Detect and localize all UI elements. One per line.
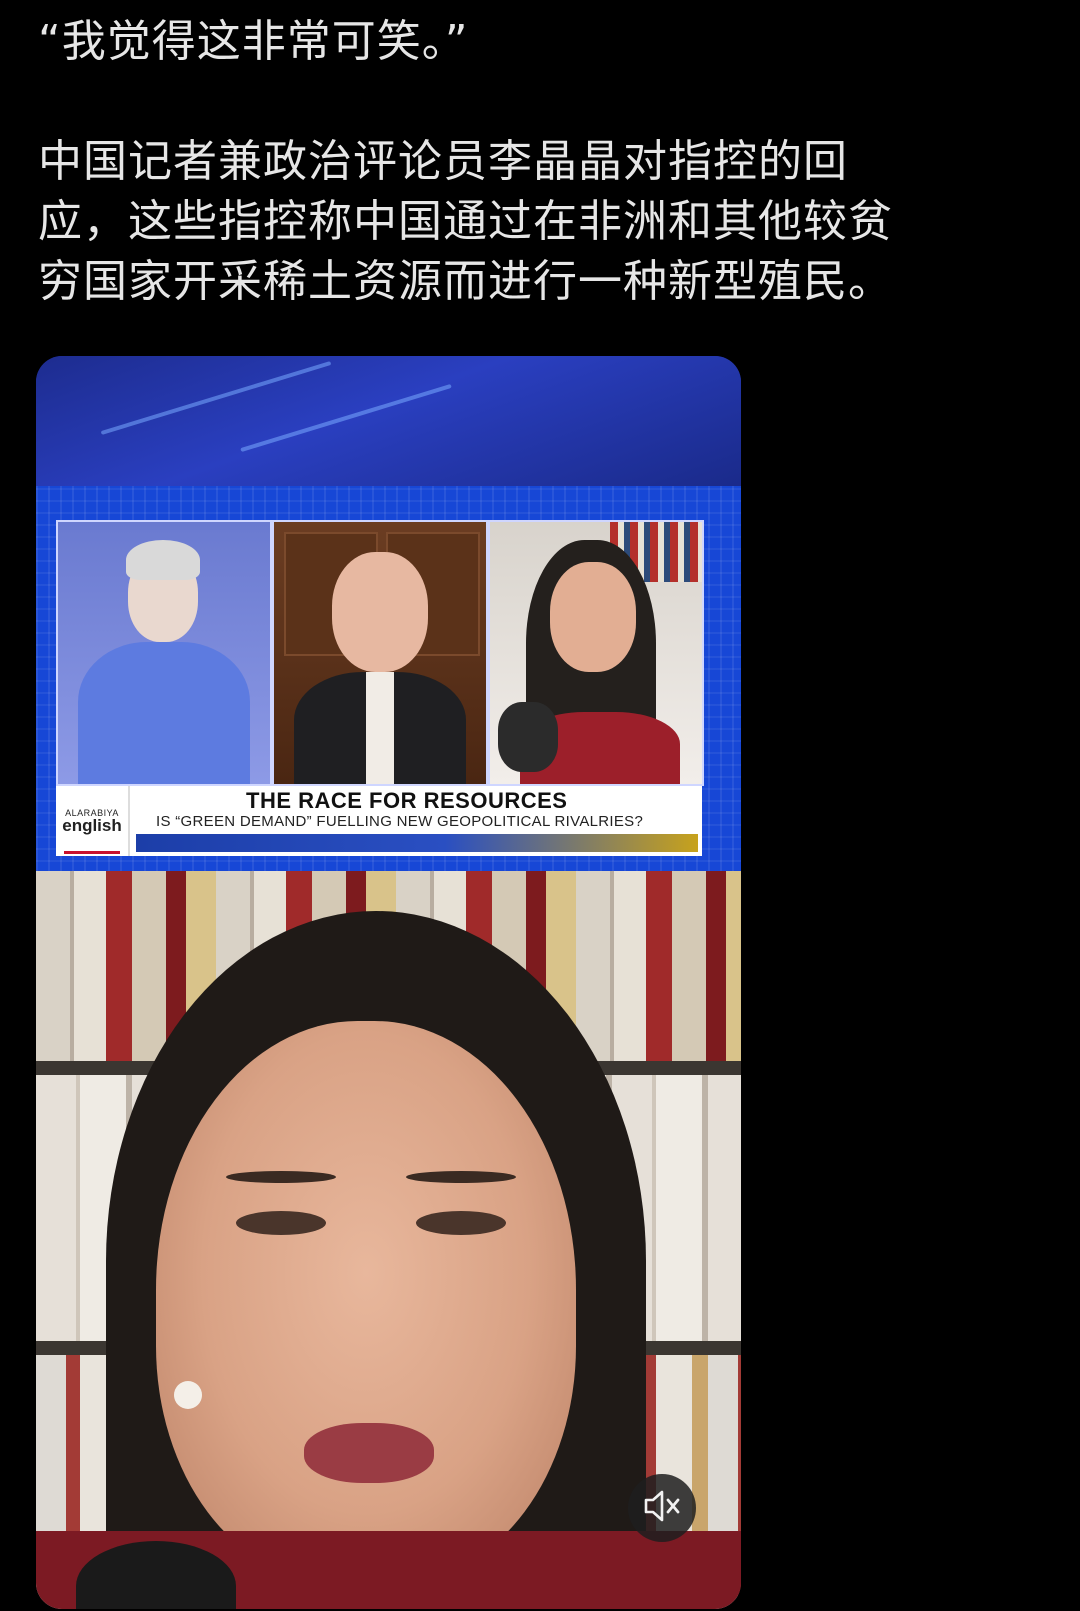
channel-logo: ALARABIYA english <box>56 786 130 856</box>
headline-title: THE RACE FOR RESOURCES <box>246 788 568 813</box>
broadcast-frame: ALARABIYA english THE RACE FOR RESOURCES… <box>36 356 741 886</box>
guest-panel-right <box>488 520 704 786</box>
post-quote: “我觉得这非常可笑。” <box>38 16 469 67</box>
media-video[interactable]: ALARABIYA english THE RACE FOR RESOURCES… <box>36 356 741 1609</box>
headline-subtitle: IS “GREEN DEMAND” FUELLING NEW GEOPOLITI… <box>156 813 644 830</box>
mute-toggle-button[interactable] <box>628 1474 696 1542</box>
lower-third: ALARABIYA english THE RACE FOR RESOURCES… <box>56 786 702 856</box>
lower-third-headline: THE RACE FOR RESOURCES IS “GREEN DEMAND”… <box>136 786 696 830</box>
post-body-line: 应，这些指控称中国通过在非洲和其他较贫 <box>38 196 893 247</box>
speaker-face <box>156 1021 576 1581</box>
guest-panel-left <box>272 520 488 786</box>
broadcast-background <box>36 356 741 486</box>
post-text: “我觉得这非常可笑。” 中国记者兼政治评论员李晶晶对指控的回 应，这些指控称中国… <box>38 12 1038 312</box>
post-body-line: 穷国家开采稀土资源而进行一种新型殖民。 <box>38 256 893 307</box>
ticker-bar <box>136 834 698 852</box>
speaker-muted-icon <box>642 1488 682 1528</box>
anchor-panel <box>56 520 272 786</box>
post-body-line: 中国记者兼政治评论员李晶晶对指控的回 <box>38 136 848 187</box>
